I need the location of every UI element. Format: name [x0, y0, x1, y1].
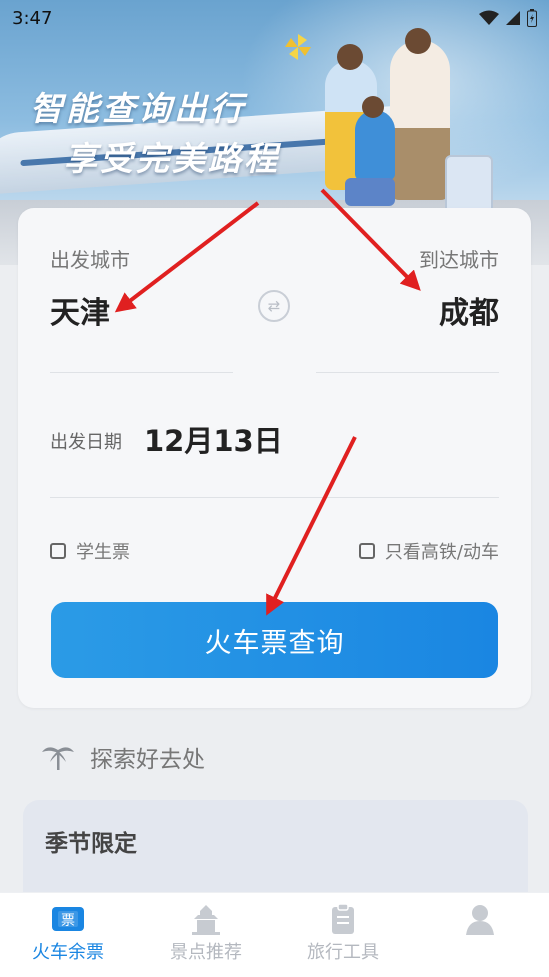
swap-cities-icon[interactable]: ⇄ — [258, 290, 290, 322]
to-city-label: 到达城市 — [419, 248, 499, 272]
battery-icon — [527, 9, 537, 27]
wifi-icon — [479, 10, 499, 25]
date-label: 出发日期 — [50, 432, 122, 453]
from-divider — [50, 372, 233, 373]
tab-profile[interactable] — [420, 893, 540, 977]
pagoda-icon — [192, 905, 220, 935]
ticket-icon-text: 票 — [61, 913, 75, 929]
to-city-value[interactable]: 成都 — [439, 288, 499, 332]
pinwheel-icon — [285, 34, 311, 60]
from-city-value[interactable]: 天津 — [50, 288, 110, 332]
ticket-icon: 票 — [52, 907, 84, 931]
seasonal-title: 季节限定 — [45, 831, 137, 857]
signal-icon — [506, 11, 520, 25]
clipboard-icon — [332, 903, 354, 934]
tab-train-tickets-label: 火车余票 — [32, 942, 104, 963]
to-divider — [316, 372, 499, 373]
tab-travel-tools[interactable]: 旅行工具 — [283, 893, 403, 977]
child-head — [362, 96, 384, 118]
tab-train-tickets[interactable]: 票 火车余票 — [8, 893, 128, 977]
hero-slogan-line2: 享受完美路程 — [64, 139, 280, 178]
tab-travel-tools-label: 旅行工具 — [307, 942, 379, 963]
date-divider — [50, 497, 499, 498]
high-speed-only-checkbox[interactable] — [358, 543, 375, 559]
from-city-label: 出发城市 — [50, 248, 130, 272]
tab-attractions[interactable]: 景点推荐 — [146, 893, 266, 977]
search-card: 出发城市 到达城市 天津 成都 ⇄ 出发日期 12月13日 学生票 只看高铁/动… — [18, 208, 531, 708]
status-icons — [479, 9, 537, 27]
high-speed-only-option[interactable]: 只看高铁/动车 — [358, 538, 499, 564]
tab-attractions-label: 景点推荐 — [170, 942, 242, 963]
hero-slogan-line1: 智能查询出行 — [30, 89, 246, 128]
palm-tree-icon — [42, 747, 74, 770]
explore-title: 探索好去处 — [90, 747, 205, 773]
child-image — [355, 110, 395, 180]
person-icon — [466, 905, 494, 935]
person-image — [390, 40, 450, 200]
person-head — [337, 44, 363, 70]
student-ticket-checkbox[interactable] — [50, 543, 66, 559]
bottom-tab-bar: 票 火车余票 景点推荐 旅行工具 — [0, 892, 549, 977]
student-ticket-label: 学生票 — [76, 542, 130, 563]
status-time: 3:47 — [12, 7, 53, 29]
date-value[interactable]: 12月13日 — [144, 418, 283, 460]
suitcase-image — [345, 178, 395, 206]
high-speed-only-label: 只看高铁/动车 — [384, 542, 499, 563]
student-ticket-option[interactable]: 学生票 — [50, 538, 130, 564]
query-button[interactable]: 火车票查询 — [51, 602, 498, 678]
explore-section-header: 探索好去处 — [40, 740, 205, 774]
status-bar: 3:47 — [0, 0, 549, 36]
